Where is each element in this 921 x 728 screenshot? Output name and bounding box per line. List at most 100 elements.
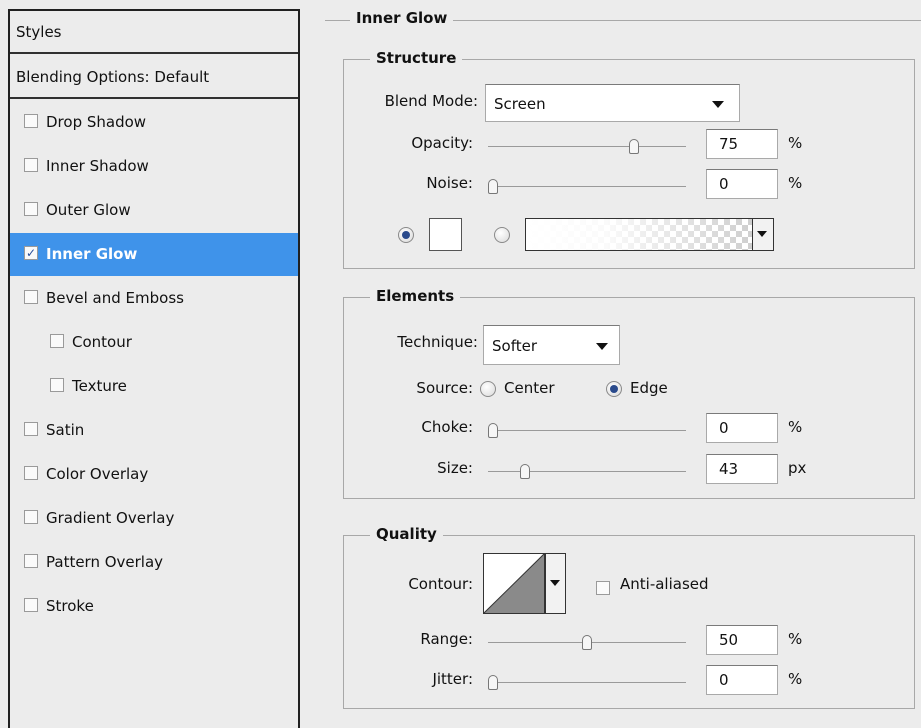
jitter-slider-track[interactable] [488, 682, 686, 683]
checkbox[interactable] [50, 333, 64, 348]
opacity-input[interactable]: 75 [706, 129, 778, 159]
style-item[interactable]: Pattern Overlay [10, 541, 298, 584]
contour-preview[interactable] [483, 553, 545, 614]
checkbox[interactable] [24, 201, 38, 216]
source-center-label: Center [504, 379, 555, 397]
chevron-down-icon [550, 580, 560, 586]
style-item-label: Drop Shadow [46, 113, 147, 131]
style-item-label: Inner Shadow [46, 157, 149, 175]
choke-slider-thumb[interactable] [488, 423, 498, 438]
elements-title: Elements [370, 287, 461, 305]
style-item-label: Outer Glow [46, 201, 131, 219]
source-label: Source: [416, 379, 473, 397]
blend-mode-label: Blend Mode: [384, 92, 478, 110]
anti-aliased-checkbox[interactable] [596, 580, 610, 595]
blending-options-label: Blending Options: Default [16, 68, 210, 86]
size-slider-track[interactable] [488, 471, 686, 472]
checkbox[interactable] [24, 465, 38, 480]
size-label: Size: [437, 459, 473, 477]
chevron-down-icon [757, 231, 767, 237]
noise-unit: % [788, 174, 803, 192]
technique-value: Softer [492, 337, 537, 355]
source-edge-label: Edge [630, 379, 668, 397]
style-item-label: Gradient Overlay [46, 509, 175, 527]
contour-dropdown-button[interactable] [545, 553, 566, 614]
styles-header-label: Styles [16, 23, 62, 41]
opacity-slider-thumb[interactable] [629, 139, 639, 154]
checked-checkbox[interactable]: ✓ [24, 245, 38, 260]
range-label: Range: [420, 630, 473, 648]
choke-input[interactable]: 0 [706, 413, 778, 443]
noise-slider-thumb[interactable] [488, 179, 498, 194]
gradient-radio[interactable] [494, 227, 510, 243]
style-item[interactable]: Gradient Overlay [10, 497, 298, 540]
style-item[interactable]: Texture [10, 365, 298, 408]
anti-aliased-label: Anti-aliased [620, 575, 709, 593]
checkbox[interactable] [24, 553, 38, 568]
opacity-unit: % [788, 134, 803, 152]
style-item[interactable]: Bevel and Emboss [10, 277, 298, 320]
contour-curve-icon [484, 554, 544, 613]
glow-color-swatch[interactable] [429, 218, 462, 251]
styles-header[interactable]: Styles [10, 11, 298, 54]
opacity-label: Opacity: [411, 134, 473, 152]
size-slider-thumb[interactable] [519, 464, 530, 479]
choke-slider-track[interactable] [488, 430, 686, 431]
technique-dropdown[interactable]: Softer [483, 325, 620, 365]
solid-color-radio[interactable] [398, 227, 414, 243]
jitter-label: Jitter: [432, 670, 473, 688]
gradient-picker[interactable] [525, 218, 753, 251]
style-item-label: Inner Glow [46, 245, 138, 263]
style-item[interactable]: Stroke [10, 585, 298, 628]
style-item-label: Contour [72, 333, 132, 351]
technique-label: Technique: [397, 333, 478, 351]
range-input[interactable]: 50 [706, 625, 778, 655]
style-item[interactable]: Satin [10, 409, 298, 452]
size-input[interactable]: 43 [706, 454, 778, 484]
jitter-slider-thumb[interactable] [488, 675, 498, 690]
jitter-input[interactable]: 0 [706, 665, 778, 695]
noise-slider-track[interactable] [488, 186, 686, 187]
opacity-slider-track[interactable] [488, 146, 686, 147]
quality-title: Quality [370, 525, 443, 543]
style-item[interactable]: Inner Shadow [10, 145, 298, 188]
style-item[interactable]: Color Overlay [10, 453, 298, 496]
source-edge-radio[interactable] [606, 381, 622, 397]
gradient-dropdown-button[interactable] [752, 218, 774, 251]
style-item[interactable]: ✓ Inner Glow [10, 233, 298, 276]
blending-options-item[interactable]: Blending Options: Default [10, 56, 298, 99]
checkbox[interactable] [24, 289, 38, 304]
checkbox[interactable] [24, 597, 38, 612]
style-item[interactable]: Drop Shadow [10, 101, 298, 144]
style-item-label: Pattern Overlay [46, 553, 164, 571]
chevron-down-icon [712, 101, 724, 108]
styles-list-panel: Styles Blending Options: Default Drop Sh… [8, 9, 300, 728]
style-item-label: Color Overlay [46, 465, 149, 483]
style-item[interactable]: Contour [10, 321, 298, 364]
noise-input[interactable]: 0 [706, 169, 778, 199]
structure-title: Structure [370, 49, 463, 67]
checkbox[interactable] [24, 113, 38, 128]
checkbox[interactable] [24, 157, 38, 172]
checkbox[interactable] [24, 509, 38, 524]
contour-label: Contour: [408, 575, 473, 593]
source-center-radio[interactable] [480, 381, 496, 397]
style-item[interactable]: Outer Glow [10, 189, 298, 232]
checkbox[interactable] [50, 377, 64, 392]
size-unit: px [788, 459, 807, 477]
noise-label: Noise: [426, 174, 473, 192]
style-item-label: Texture [72, 377, 127, 395]
blend-mode-value: Screen [494, 95, 546, 113]
blend-mode-dropdown[interactable]: Screen [485, 84, 740, 122]
range-unit: % [788, 630, 803, 648]
range-slider-thumb[interactable] [582, 635, 592, 650]
jitter-unit: % [788, 670, 803, 688]
inner-glow-title: Inner Glow [350, 9, 454, 27]
choke-unit: % [788, 418, 803, 436]
style-item-label: Bevel and Emboss [46, 289, 184, 307]
style-item-label: Satin [46, 421, 85, 439]
style-item-label: Stroke [46, 597, 94, 615]
checkbox[interactable] [24, 421, 38, 436]
chevron-down-icon [596, 343, 608, 350]
choke-label: Choke: [421, 418, 473, 436]
